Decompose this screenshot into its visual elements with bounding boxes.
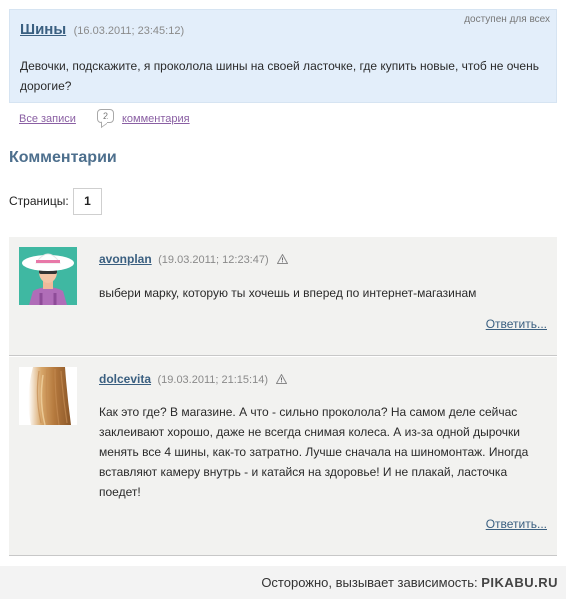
page-button-1[interactable]: 1: [73, 188, 102, 215]
comment-header: avonplan (19.03.2011; 12:23:47): [99, 250, 289, 269]
post-access-label: доступен для всех: [464, 14, 550, 25]
post-title-link[interactable]: Шины: [20, 21, 66, 38]
comment-date: (19.03.2011; 12:23:47): [158, 254, 269, 266]
woman-in-hat-icon[interactable]: [19, 247, 77, 305]
all-posts-link[interactable]: Все записи: [19, 113, 76, 125]
report-warning-icon[interactable]: [276, 251, 289, 269]
post-date: (16.03.2011; 23:45:12): [73, 25, 185, 37]
watermark-brand: PIKABU.RU: [481, 575, 558, 590]
post-text: Девочки, подскажите, я проколола шины на…: [20, 59, 539, 93]
watermark-caption: Осторожно, вызывает зависимость:: [261, 575, 478, 590]
reply-link[interactable]: Ответить...: [486, 317, 547, 331]
comments-link[interactable]: комментария: [122, 113, 190, 125]
comment-text: Как это где? В магазине. А что - сильно …: [99, 405, 529, 499]
comment-author-link[interactable]: avonplan: [99, 252, 152, 266]
comment-item: dolcevita (19.03.2011; 21:15:14) Как это…: [9, 357, 557, 556]
comment-author-link[interactable]: dolcevita: [99, 372, 151, 386]
comment-text: выбери марку, которую ты хочешь и вперед…: [99, 286, 477, 300]
comment-header: dolcevita (19.03.2011; 21:15:14): [99, 370, 288, 389]
comment-date: (19.03.2011; 21:15:14): [157, 374, 268, 386]
watermark-bar: Осторожно, вызывает зависимость: PIKABU.…: [0, 566, 566, 599]
comments-section-title: Комментарии: [9, 149, 117, 166]
comment-item: avonplan (19.03.2011; 12:23:47) выбери м…: [9, 237, 557, 356]
pages-label: Страницы:: [9, 194, 69, 208]
watermark-text: Осторожно, вызывает зависимость: PIKABU.…: [261, 575, 558, 590]
comment-count-icon: 2: [97, 109, 114, 123]
blonde-hair-icon[interactable]: [19, 367, 77, 425]
report-warning-icon[interactable]: [276, 371, 288, 389]
reply-link[interactable]: Ответить...: [486, 517, 547, 531]
post-card: доступен для всех Шины (16.03.2011; 23:4…: [9, 9, 557, 103]
post-header: Шины (16.03.2011; 23:45:12): [20, 21, 184, 39]
